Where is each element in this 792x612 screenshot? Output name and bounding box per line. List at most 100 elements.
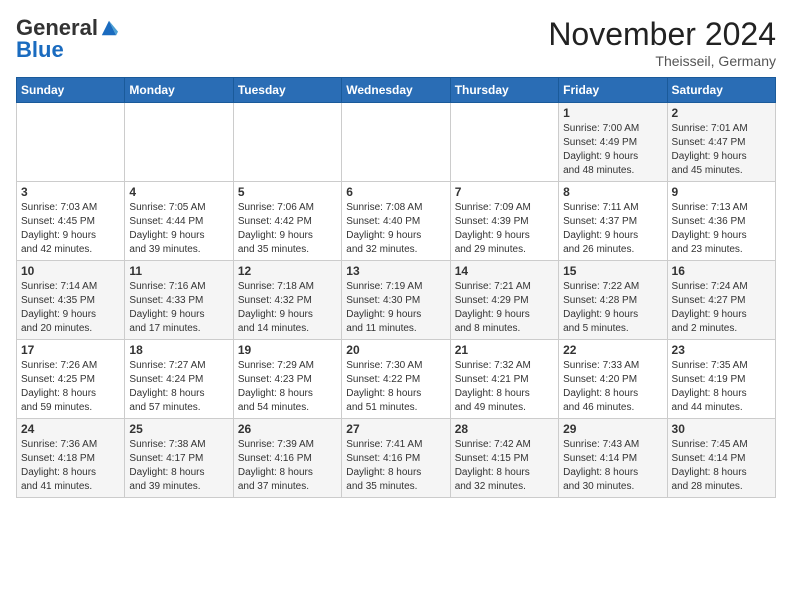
day-cell: 22 Sunrise: 7:33 AM Sunset: 4:20 PM Dayli…: [559, 340, 667, 419]
day-info: Sunrise: 7:42 AM Sunset: 4:15 PM Dayligh…: [455, 438, 554, 494]
logo: General Blue: [16, 16, 118, 62]
day-number: 21: [455, 343, 554, 357]
day-cell: 25 Sunrise: 7:38 AM Sunset: 4:17 PM Dayli…: [125, 419, 233, 498]
day-number: 13: [346, 264, 445, 278]
day-number: 11: [129, 264, 228, 278]
header-tuesday: Tuesday: [233, 78, 341, 103]
day-number: 24: [21, 422, 120, 436]
day-info: Sunrise: 7:24 AM Sunset: 4:27 PM Dayligh…: [672, 280, 771, 336]
day-info: Sunrise: 7:21 AM Sunset: 4:29 PM Dayligh…: [455, 280, 554, 336]
day-number: 25: [129, 422, 228, 436]
day-info: Sunrise: 7:39 AM Sunset: 4:16 PM Dayligh…: [238, 438, 337, 494]
header-wednesday: Wednesday: [342, 78, 450, 103]
day-cell: 8 Sunrise: 7:11 AM Sunset: 4:37 PM Daylig…: [559, 182, 667, 261]
day-cell: [342, 103, 450, 182]
day-cell: 5 Sunrise: 7:06 AM Sunset: 4:42 PM Daylig…: [233, 182, 341, 261]
day-cell: 9 Sunrise: 7:13 AM Sunset: 4:36 PM Daylig…: [667, 182, 775, 261]
day-number: 4: [129, 185, 228, 199]
day-info: Sunrise: 7:27 AM Sunset: 4:24 PM Dayligh…: [129, 359, 228, 415]
day-cell: 15Sunrise: 7:22 AM Sunset: 4:28 PM Dayli…: [559, 261, 667, 340]
day-number: 2: [672, 106, 771, 120]
day-cell: [125, 103, 233, 182]
day-cell: [233, 103, 341, 182]
day-cell: 12 Sunrise: 7:18 AM Sunset: 4:32 PM Dayli…: [233, 261, 341, 340]
header-friday: Friday: [559, 78, 667, 103]
day-number: 14: [455, 264, 554, 278]
day-info: Sunrise: 7:08 AM Sunset: 4:40 PM Dayligh…: [346, 201, 445, 257]
day-cell: 10Sunrise: 7:14 AM Sunset: 4:35 PM Dayli…: [17, 261, 125, 340]
week-row-0: 1 Sunrise: 7:00 AM Sunset: 4:49 PM Daylig…: [17, 103, 776, 182]
day-cell: 18 Sunrise: 7:27 AM Sunset: 4:24 PM Dayli…: [125, 340, 233, 419]
header-row: SundayMondayTuesdayWednesdayThursdayFrid…: [17, 78, 776, 103]
day-info: Sunrise: 7:06 AM Sunset: 4:42 PM Dayligh…: [238, 201, 337, 257]
header: General Blue November 2024 Theisseil, Ge…: [16, 16, 776, 69]
day-cell: 16 Sunrise: 7:24 AM Sunset: 4:27 PM Dayli…: [667, 261, 775, 340]
week-row-3: 17Sunrise: 7:26 AM Sunset: 4:25 PM Dayli…: [17, 340, 776, 419]
day-number: 23: [672, 343, 771, 357]
page: General Blue November 2024 Theisseil, Ge…: [0, 0, 792, 506]
day-number: 8: [563, 185, 662, 199]
day-cell: 7 Sunrise: 7:09 AM Sunset: 4:39 PM Daylig…: [450, 182, 558, 261]
day-info: Sunrise: 7:33 AM Sunset: 4:20 PM Dayligh…: [563, 359, 662, 415]
day-cell: [17, 103, 125, 182]
day-cell: [450, 103, 558, 182]
day-number: 29: [563, 422, 662, 436]
day-cell: 26 Sunrise: 7:39 AM Sunset: 4:16 PM Dayli…: [233, 419, 341, 498]
day-info: Sunrise: 7:45 AM Sunset: 4:14 PM Dayligh…: [672, 438, 771, 494]
day-info: Sunrise: 7:38 AM Sunset: 4:17 PM Dayligh…: [129, 438, 228, 494]
day-number: 30: [672, 422, 771, 436]
day-info: Sunrise: 7:01 AM Sunset: 4:47 PM Dayligh…: [672, 122, 771, 178]
day-cell: 27Sunrise: 7:41 AM Sunset: 4:16 PM Dayli…: [342, 419, 450, 498]
calendar-table: SundayMondayTuesdayWednesdayThursdayFrid…: [16, 77, 776, 498]
day-info: Sunrise: 7:03 AM Sunset: 4:45 PM Dayligh…: [21, 201, 120, 257]
day-cell: 21 Sunrise: 7:32 AM Sunset: 4:21 PM Dayli…: [450, 340, 558, 419]
day-info: Sunrise: 7:09 AM Sunset: 4:39 PM Dayligh…: [455, 201, 554, 257]
day-number: 22: [563, 343, 662, 357]
day-number: 10: [21, 264, 120, 278]
day-info: Sunrise: 7:29 AM Sunset: 4:23 PM Dayligh…: [238, 359, 337, 415]
day-number: 18: [129, 343, 228, 357]
location: Theisseil, Germany: [548, 53, 776, 69]
day-number: 19: [238, 343, 337, 357]
day-info: Sunrise: 7:32 AM Sunset: 4:21 PM Dayligh…: [455, 359, 554, 415]
header-monday: Monday: [125, 78, 233, 103]
day-number: 26: [238, 422, 337, 436]
day-cell: 29 Sunrise: 7:43 AM Sunset: 4:14 PM Dayli…: [559, 419, 667, 498]
day-cell: 2 Sunrise: 7:01 AM Sunset: 4:47 PM Daylig…: [667, 103, 775, 182]
header-thursday: Thursday: [450, 78, 558, 103]
header-sunday: Sunday: [17, 78, 125, 103]
logo-blue: Blue: [16, 38, 64, 62]
day-number: 6: [346, 185, 445, 199]
week-row-1: 3Sunrise: 7:03 AM Sunset: 4:45 PM Daylig…: [17, 182, 776, 261]
day-number: 20: [346, 343, 445, 357]
week-row-4: 24 Sunrise: 7:36 AM Sunset: 4:18 PM Dayli…: [17, 419, 776, 498]
day-number: 9: [672, 185, 771, 199]
day-info: Sunrise: 7:13 AM Sunset: 4:36 PM Dayligh…: [672, 201, 771, 257]
day-cell: 6 Sunrise: 7:08 AM Sunset: 4:40 PM Daylig…: [342, 182, 450, 261]
day-info: Sunrise: 7:16 AM Sunset: 4:33 PM Dayligh…: [129, 280, 228, 336]
day-info: Sunrise: 7:18 AM Sunset: 4:32 PM Dayligh…: [238, 280, 337, 336]
day-number: 7: [455, 185, 554, 199]
day-number: 12: [238, 264, 337, 278]
day-cell: 14 Sunrise: 7:21 AM Sunset: 4:29 PM Dayli…: [450, 261, 558, 340]
day-cell: 23Sunrise: 7:35 AM Sunset: 4:19 PM Dayli…: [667, 340, 775, 419]
day-info: Sunrise: 7:00 AM Sunset: 4:49 PM Dayligh…: [563, 122, 662, 178]
day-cell: 13Sunrise: 7:19 AM Sunset: 4:30 PM Dayli…: [342, 261, 450, 340]
day-info: Sunrise: 7:36 AM Sunset: 4:18 PM Dayligh…: [21, 438, 120, 494]
day-number: 17: [21, 343, 120, 357]
day-cell: 30 Sunrise: 7:45 AM Sunset: 4:14 PM Dayli…: [667, 419, 775, 498]
day-number: 1: [563, 106, 662, 120]
day-number: 16: [672, 264, 771, 278]
day-info: Sunrise: 7:43 AM Sunset: 4:14 PM Dayligh…: [563, 438, 662, 494]
day-cell: 28 Sunrise: 7:42 AM Sunset: 4:15 PM Dayli…: [450, 419, 558, 498]
day-number: 28: [455, 422, 554, 436]
day-cell: 19 Sunrise: 7:29 AM Sunset: 4:23 PM Dayli…: [233, 340, 341, 419]
month-title: November 2024: [548, 16, 776, 53]
day-info: Sunrise: 7:41 AM Sunset: 4:16 PM Dayligh…: [346, 438, 445, 494]
day-info: Sunrise: 7:22 AM Sunset: 4:28 PM Dayligh…: [563, 280, 662, 336]
day-cell: 24 Sunrise: 7:36 AM Sunset: 4:18 PM Dayli…: [17, 419, 125, 498]
day-info: Sunrise: 7:11 AM Sunset: 4:37 PM Dayligh…: [563, 201, 662, 257]
day-info: Sunrise: 7:05 AM Sunset: 4:44 PM Dayligh…: [129, 201, 228, 257]
header-saturday: Saturday: [667, 78, 775, 103]
day-number: 5: [238, 185, 337, 199]
